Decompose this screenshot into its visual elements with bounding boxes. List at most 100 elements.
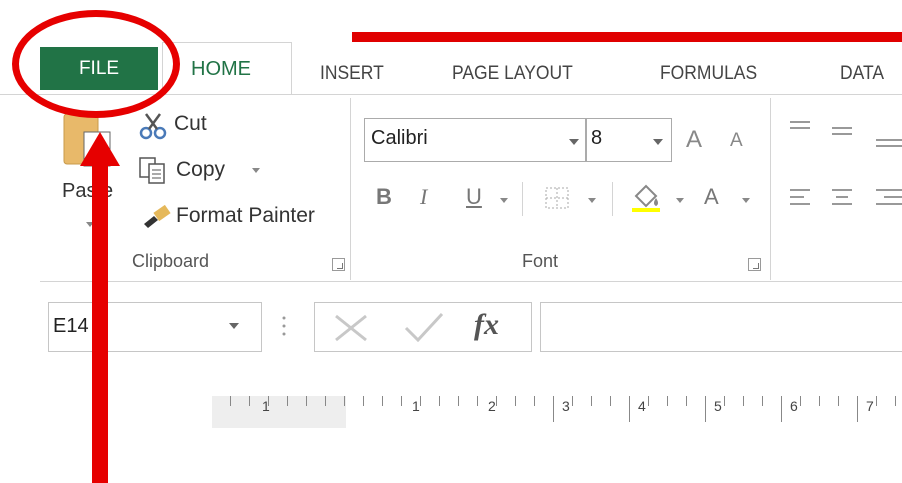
font-separator xyxy=(612,182,613,216)
copy-icon xyxy=(139,157,165,184)
ruler-tick xyxy=(515,396,516,406)
ruler-label: 6 xyxy=(790,398,798,414)
annotation-bar xyxy=(352,32,902,42)
borders-icon[interactable] xyxy=(544,186,572,212)
paste-button[interactable]: Paste xyxy=(48,100,128,240)
tab-data[interactable]: DATA xyxy=(840,54,884,94)
cut-button[interactable]: Cut xyxy=(138,108,248,142)
format-painter-label: Format Painter xyxy=(176,204,315,227)
font-size-combobox[interactable]: 8 xyxy=(586,118,672,162)
insert-function-button[interactable]: fx xyxy=(474,308,499,342)
font-separator xyxy=(522,182,523,216)
ruler-tick xyxy=(534,396,535,406)
ruler-tick xyxy=(705,396,706,422)
grow-font-button[interactable]: A xyxy=(686,126,702,154)
group-separator xyxy=(350,98,351,280)
font-size-dropdown-icon[interactable] xyxy=(653,139,663,145)
tab-home-label: HOME xyxy=(191,58,251,80)
ruler-tick xyxy=(572,396,573,406)
ruler-tick xyxy=(477,396,478,406)
ruler-label: 7 xyxy=(866,398,874,414)
ruler-tick xyxy=(268,396,269,406)
shrink-font-button[interactable]: A xyxy=(730,130,743,152)
ruler-tick xyxy=(591,396,592,406)
italic-button[interactable]: I xyxy=(420,184,427,210)
underline-button[interactable]: U xyxy=(466,184,482,210)
ruler-tick xyxy=(819,396,820,406)
font-group-label: Font xyxy=(522,251,559,271)
bold-button[interactable]: B xyxy=(376,184,392,210)
ruler-tick xyxy=(629,396,630,422)
format-painter-button[interactable]: Format Painter xyxy=(138,198,338,234)
ribbon-bottom-border xyxy=(40,281,902,282)
ruler-tick xyxy=(325,396,326,406)
copy-dropdown-icon xyxy=(252,168,260,173)
ruler-tick xyxy=(439,396,440,406)
copy-label: Copy xyxy=(176,158,226,181)
ruler-tick xyxy=(553,396,554,422)
ruler-label: 3 xyxy=(562,398,570,414)
font-launcher-icon[interactable] xyxy=(748,258,761,271)
scissors-icon xyxy=(139,113,167,140)
name-box-dropdown-icon[interactable] xyxy=(229,323,239,329)
ruler-tick xyxy=(458,396,459,406)
ruler-tick xyxy=(838,396,839,406)
ruler-tick xyxy=(363,396,364,406)
ruler-tick xyxy=(648,396,649,406)
tab-formulas[interactable]: FORMULAS xyxy=(660,54,757,94)
ruler-tick xyxy=(420,396,421,406)
clipboard-launcher-icon[interactable] xyxy=(332,258,345,271)
ruler-tick xyxy=(287,396,288,406)
font-name-combobox[interactable]: Calibri xyxy=(364,118,586,162)
borders-dropdown-icon[interactable] xyxy=(588,198,596,203)
tab-page-layout[interactable]: PAGE LAYOUT xyxy=(452,54,573,94)
annotation-arrow-head xyxy=(80,132,120,166)
paintbrush-icon xyxy=(144,204,171,228)
ruler-tick xyxy=(781,396,782,422)
ruler-label: 4 xyxy=(638,398,646,414)
font-name-dropdown-icon[interactable] xyxy=(569,139,579,145)
enter-checkmark-icon[interactable] xyxy=(402,312,446,342)
ruler-tick xyxy=(743,396,744,406)
cut-label: Cut xyxy=(174,112,207,135)
ruler-tick xyxy=(895,396,896,406)
annotation-arrow-shaft xyxy=(92,160,108,483)
tab-insert[interactable]: INSERT xyxy=(320,54,384,94)
font-name-value: Calibri xyxy=(371,127,428,149)
ruler-tick xyxy=(667,396,668,406)
ruler-tick xyxy=(876,396,877,406)
ruler-tick xyxy=(724,396,725,406)
formula-input[interactable] xyxy=(540,302,902,352)
ruler-tick xyxy=(249,396,250,406)
ruler-tick xyxy=(230,396,231,406)
ruler-label: 2 xyxy=(488,398,496,414)
horizontal-align-icons[interactable] xyxy=(788,186,902,212)
ruler-tick xyxy=(496,396,497,406)
ruler-tick xyxy=(382,396,383,406)
ruler-tick xyxy=(800,396,801,406)
formula-bar-grip-icon[interactable] xyxy=(280,314,288,338)
ruler-tick xyxy=(610,396,611,406)
ruler-tick xyxy=(686,396,687,406)
name-box[interactable]: E14 xyxy=(48,302,262,352)
vertical-align-icons[interactable] xyxy=(788,118,902,148)
group-separator xyxy=(770,98,771,280)
cancel-icon[interactable] xyxy=(332,312,372,342)
tab-home[interactable]: HOME xyxy=(162,42,292,95)
name-box-value: E14 xyxy=(53,315,89,337)
ruler-tick xyxy=(401,396,402,406)
annotation-circle xyxy=(12,10,180,118)
font-size-value: 8 xyxy=(591,127,603,149)
font-color-dropdown-icon[interactable] xyxy=(742,198,750,203)
fill-color-dropdown-icon[interactable] xyxy=(676,198,684,203)
fill-color-icon[interactable] xyxy=(630,182,664,212)
font-color-button[interactable]: A xyxy=(704,184,719,210)
ruler-label: 5 xyxy=(714,398,722,414)
copy-button[interactable]: Copy xyxy=(138,152,268,188)
ruler-tick xyxy=(762,396,763,406)
underline-dropdown-icon[interactable] xyxy=(500,198,508,203)
ruler-label: 1 xyxy=(412,398,420,414)
ruler-tick xyxy=(344,396,345,406)
clipboard-group-label: Clipboard xyxy=(132,251,210,271)
ruler-tick xyxy=(306,396,307,406)
